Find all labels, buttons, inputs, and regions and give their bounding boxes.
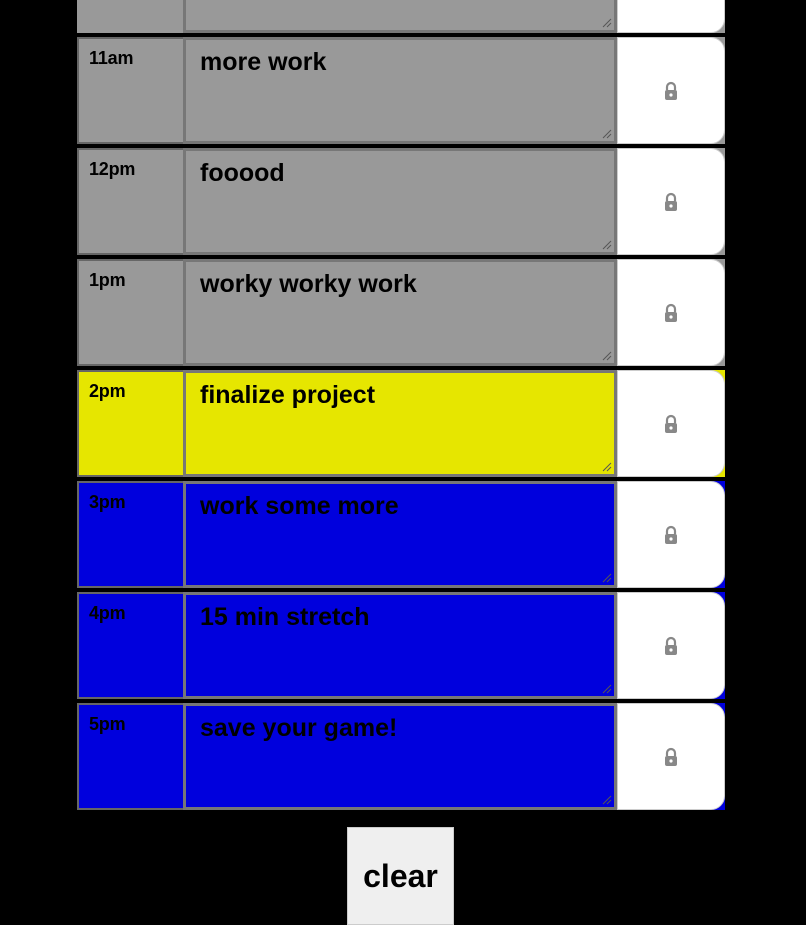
- task-textarea[interactable]: more work: [183, 37, 617, 144]
- clear-button[interactable]: clear: [347, 827, 454, 925]
- save-button[interactable]: [617, 0, 725, 33]
- task-textarea[interactable]: 15 min stretch: [183, 592, 617, 699]
- lock-icon: [665, 81, 677, 100]
- lock-icon: [665, 525, 677, 544]
- resize-grip-icon[interactable]: [602, 351, 612, 361]
- hour-label: 1pm: [77, 259, 184, 366]
- lock-icon: [665, 747, 677, 766]
- resize-grip-icon[interactable]: [602, 129, 612, 139]
- task-textarea[interactable]: worky worky work: [183, 259, 617, 366]
- task-textarea[interactable]: work some more: [183, 481, 617, 588]
- lock-icon: [665, 414, 677, 433]
- time-block-4pm: 4pm 15 min stretch: [77, 592, 725, 699]
- resize-grip-icon[interactable]: [602, 240, 612, 250]
- time-block-2pm: 2pm finalize project: [77, 370, 725, 477]
- lock-icon: [665, 636, 677, 655]
- save-button[interactable]: [617, 259, 725, 366]
- timeblock-list: 10am 11am more work 12pm fooood: [77, 0, 725, 814]
- task-textarea[interactable]: [183, 0, 617, 33]
- task-text: finalize project: [200, 381, 376, 409]
- time-block-12pm: 12pm fooood: [77, 148, 725, 255]
- resize-grip-icon[interactable]: [602, 573, 612, 583]
- time-block-10am: 10am: [77, 0, 725, 33]
- hour-label: 12pm: [77, 148, 184, 255]
- resize-grip-icon[interactable]: [602, 795, 612, 805]
- save-button[interactable]: [617, 481, 725, 588]
- task-text: save your game!: [200, 714, 398, 742]
- save-button[interactable]: [617, 703, 725, 810]
- resize-grip-icon[interactable]: [602, 462, 612, 472]
- save-button[interactable]: [617, 37, 725, 144]
- scheduler-page: 10am 11am more work 12pm fooood: [0, 0, 806, 925]
- task-text: work some more: [200, 492, 399, 520]
- time-block-3pm: 3pm work some more: [77, 481, 725, 588]
- time-block-11am: 11am more work: [77, 37, 725, 144]
- resize-grip-icon[interactable]: [602, 684, 612, 694]
- save-button[interactable]: [617, 370, 725, 477]
- save-button[interactable]: [617, 592, 725, 699]
- lock-icon: [665, 192, 677, 211]
- hour-label: 3pm: [77, 481, 184, 588]
- task-textarea[interactable]: save your game!: [183, 703, 617, 810]
- lock-icon: [665, 303, 677, 322]
- time-block-5pm: 5pm save your game!: [77, 703, 725, 810]
- task-text: fooood: [200, 159, 285, 187]
- hour-label: 4pm: [77, 592, 184, 699]
- task-textarea[interactable]: finalize project: [183, 370, 617, 477]
- save-button[interactable]: [617, 148, 725, 255]
- resize-grip-icon[interactable]: [602, 18, 612, 28]
- task-text: more work: [200, 48, 327, 76]
- task-text: 15 min stretch: [200, 603, 370, 631]
- task-text: worky worky work: [200, 270, 417, 298]
- hour-label: 2pm: [77, 370, 184, 477]
- time-block-1pm: 1pm worky worky work: [77, 259, 725, 366]
- task-textarea[interactable]: fooood: [183, 148, 617, 255]
- hour-label: 5pm: [77, 703, 184, 810]
- hour-label: 11am: [77, 37, 184, 144]
